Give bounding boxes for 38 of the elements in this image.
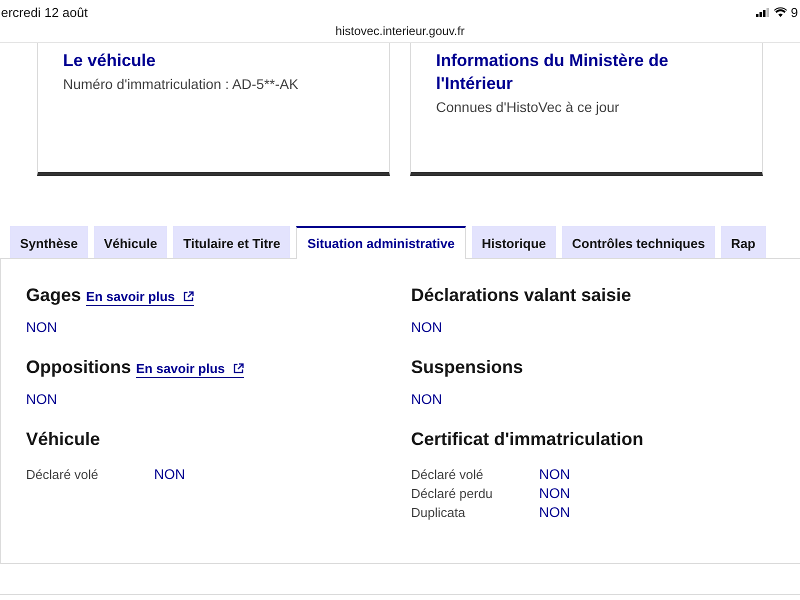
section-title: Suspensions [411, 357, 524, 378]
learn-more-link[interactable]: En savoir plus [136, 361, 244, 378]
tab[interactable]: Rap [720, 226, 766, 258]
status-date: ercredi 12 août [1, 4, 88, 20]
wifi-icon [774, 7, 787, 17]
row-label: Déclaré perdu [411, 485, 494, 503]
section-title: Déclarations valant saisie [411, 285, 632, 306]
tab[interactable]: Contrôles techniques [562, 226, 715, 258]
section-title: Oppositions [26, 357, 131, 378]
tab[interactable]: Titulaire et Titre [173, 226, 290, 258]
status-value: NON [411, 391, 444, 407]
row-label: Déclaré volé [26, 466, 100, 484]
status-value: NON [539, 465, 570, 484]
external-link-icon [182, 291, 194, 302]
learn-more-link[interactable]: En savoir plus [86, 289, 194, 306]
card-text: Connues d'HistoVec à ce jour [436, 99, 620, 115]
row-label: Duplicata [411, 504, 466, 522]
card-text: Numéro d'immatriculation : AD-5**-AK [63, 76, 300, 92]
signal-icon [756, 8, 770, 16]
card-title: Le véhicule [63, 50, 157, 72]
url-text[interactable]: histovec.interieur.gouv.fr [335, 24, 465, 42]
tab[interactable]: Situation administrative [296, 226, 466, 259]
status-value: NON [154, 465, 186, 484]
section-title: Véhicule [26, 429, 100, 450]
tab[interactable]: Synthèse [10, 226, 88, 258]
status-value: NON [539, 503, 570, 522]
section-title: Certificat d'immatriculation [411, 429, 644, 450]
external-link-icon [232, 363, 244, 374]
status-value: NON [539, 484, 570, 503]
tab[interactable]: Véhicule [94, 226, 168, 258]
status-value: NON [26, 391, 58, 407]
status-value: NON [411, 319, 444, 335]
card-title: Informations du Ministère de l'Intérieur [436, 50, 670, 95]
tab[interactable]: Historique [472, 226, 556, 258]
status-value: NON [26, 319, 58, 335]
battery-percent: 9 [790, 4, 798, 20]
section-title: Gages [26, 285, 82, 306]
row-label: Déclaré volé [411, 466, 484, 484]
